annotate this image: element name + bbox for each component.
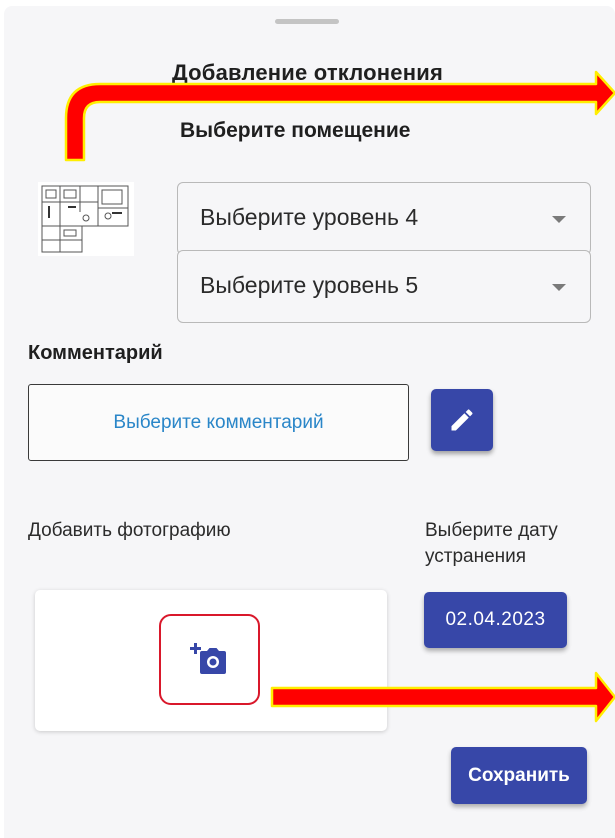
floor-plan-thumbnail[interactable] bbox=[38, 182, 134, 256]
pencil-icon bbox=[451, 409, 473, 431]
room-select-label: Выберите помещение bbox=[180, 119, 411, 142]
level-5-select-value: Выберите уровень 5 bbox=[200, 272, 419, 298]
save-button[interactable]: Сохранить bbox=[451, 747, 587, 804]
comment-label: Комментарий bbox=[28, 342, 163, 364]
level-4-select[interactable]: Выберите уровень 4 bbox=[177, 182, 591, 255]
page-title: Добавление отклонения bbox=[172, 60, 443, 85]
level-4-select-value: Выберите уровень 4 bbox=[200, 204, 419, 230]
add-photo-label: Добавить фотографию bbox=[28, 520, 231, 541]
floor-plan-image bbox=[41, 185, 129, 253]
save-button-label: Сохранить bbox=[468, 764, 570, 786]
add-photo-button[interactable] bbox=[159, 614, 260, 705]
comment-placeholder: Выберите комментарий bbox=[113, 411, 324, 433]
level-5-select[interactable]: Выберите уровень 5 bbox=[177, 250, 591, 323]
date-value: 02.04.2023 bbox=[445, 609, 546, 630]
chevron-down-icon bbox=[552, 216, 566, 223]
chevron-down-icon bbox=[552, 284, 566, 291]
drag-handle[interactable] bbox=[275, 19, 339, 24]
comment-select-button[interactable]: Выберите комментарий bbox=[28, 384, 409, 461]
date-picker-button[interactable]: 02.04.2023 bbox=[424, 592, 567, 648]
edit-comment-button[interactable] bbox=[431, 389, 493, 451]
date-label: Выберите дату устранения bbox=[425, 520, 558, 567]
add-photo-icon bbox=[189, 642, 226, 674]
